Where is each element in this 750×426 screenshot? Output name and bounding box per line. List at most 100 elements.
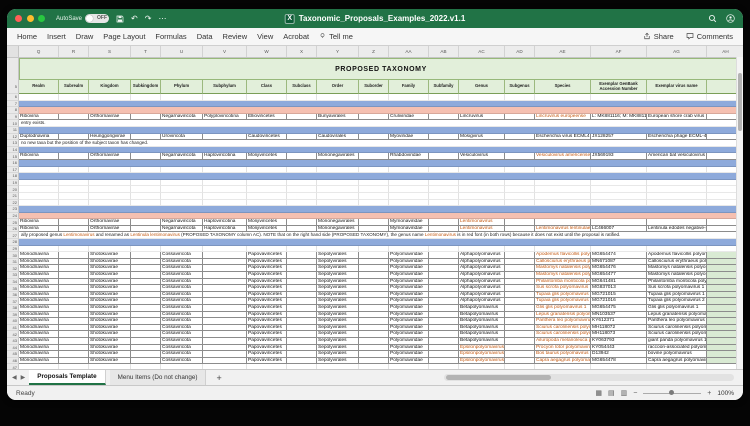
cell[interactable]: [203, 364, 247, 369]
cell[interactable]: [287, 153, 317, 160]
cell[interactable]: Mononegavirales: [317, 226, 359, 233]
cell[interactable]: Mosigvirus: [459, 134, 505, 141]
cell[interactable]: [287, 193, 317, 200]
menu-tab-draw[interactable]: Draw: [76, 32, 94, 41]
row-header[interactable]: 34: [7, 279, 19, 286]
taxonomy-column-header[interactable]: Genus: [459, 80, 505, 94]
cell[interactable]: Negarnaviricota: [161, 226, 203, 233]
cell[interactable]: Ailuropoda melanoleuca polyomavirus 1: [535, 338, 591, 345]
cell[interactable]: [203, 167, 247, 174]
cell[interactable]: [19, 246, 59, 253]
cell[interactable]: Sepolyvirales: [317, 318, 359, 325]
undo-icon[interactable]: ↶: [131, 15, 138, 23]
row-header[interactable]: [7, 58, 19, 80]
row-header[interactable]: 46: [7, 358, 19, 365]
cell[interactable]: [203, 318, 247, 325]
cell[interactable]: [505, 358, 535, 365]
cell[interactable]: Papovaviricetes: [247, 298, 287, 305]
cell[interactable]: Alphapolyomavirus: [459, 292, 505, 299]
cell[interactable]: L: MK881116; M: MK881117; S: MK881118: [591, 114, 647, 121]
cell[interactable]: [505, 318, 535, 325]
row-header[interactable]: 30: [7, 252, 19, 259]
cell[interactable]: [505, 259, 535, 266]
cell[interactable]: [59, 219, 89, 226]
cell[interactable]: [59, 305, 89, 312]
cell[interactable]: Monodnaviria: [19, 259, 59, 266]
cell[interactable]: [59, 325, 89, 332]
cell[interactable]: [359, 318, 389, 325]
cell[interactable]: European shore crab virus 1: [647, 114, 707, 121]
cell[interactable]: Papovaviricetes: [247, 265, 287, 272]
cell[interactable]: MG654478: [591, 358, 647, 365]
cell[interactable]: [459, 200, 505, 207]
cell[interactable]: [131, 292, 161, 299]
highlight-band-blue[interactable]: [19, 239, 743, 246]
cell[interactable]: [19, 94, 59, 101]
cell[interactable]: Papovaviricetes: [247, 331, 287, 338]
row-header[interactable]: 47: [7, 364, 19, 369]
cell[interactable]: [59, 200, 89, 207]
cell[interactable]: Monodnaviria: [19, 351, 59, 358]
cell[interactable]: [505, 338, 535, 345]
cell[interactable]: [89, 193, 131, 200]
cell[interactable]: Haploviricotina: [203, 226, 247, 233]
cell[interactable]: [505, 285, 535, 292]
cell[interactable]: [59, 272, 89, 279]
cell[interactable]: Papovaviricetes: [247, 305, 287, 312]
cell[interactable]: Riboviria: [19, 226, 59, 233]
cell[interactable]: Betapolyomavirus: [459, 338, 505, 345]
cell[interactable]: Shotokuvirae: [89, 358, 131, 365]
cell[interactable]: Betapolyomavirus: [459, 331, 505, 338]
row-header[interactable]: 41: [7, 325, 19, 332]
cell[interactable]: [591, 186, 647, 193]
cell[interactable]: [59, 338, 89, 345]
cell[interactable]: Polyomaviridae: [389, 292, 429, 299]
cell[interactable]: Polyomaviridae: [389, 312, 429, 319]
cell[interactable]: Monodnaviria: [19, 305, 59, 312]
cell[interactable]: [429, 252, 459, 259]
column-header-U[interactable]: U: [161, 46, 203, 57]
row-header[interactable]: 38: [7, 305, 19, 312]
cell[interactable]: [647, 200, 707, 207]
cell[interactable]: [131, 364, 161, 369]
cell[interactable]: Sciurus carolinensis polyomavirus 2: [647, 331, 707, 338]
row-header[interactable]: 17: [7, 167, 19, 174]
cell[interactable]: [59, 364, 89, 369]
column-header-AF[interactable]: AF: [591, 46, 647, 57]
cell[interactable]: Polyploviricotina: [203, 114, 247, 121]
cell[interactable]: [287, 200, 317, 207]
cell[interactable]: [429, 94, 459, 101]
cell[interactable]: Sepolyvirales: [317, 298, 359, 305]
cell[interactable]: Papovaviricetes: [247, 252, 287, 259]
cell[interactable]: [131, 246, 161, 253]
cell[interactable]: Monodnaviria: [19, 331, 59, 338]
redo-icon[interactable]: ↷: [145, 15, 152, 23]
cell[interactable]: [359, 219, 389, 226]
cell[interactable]: Panthera leo polyomavirus 1: [535, 318, 591, 325]
cell[interactable]: Monodnaviria: [19, 285, 59, 292]
row-header[interactable]: 31: [7, 259, 19, 266]
cell[interactable]: [131, 338, 161, 345]
cell[interactable]: [359, 272, 389, 279]
cell[interactable]: Polyomaviridae: [389, 331, 429, 338]
cell[interactable]: Sepolyvirales: [317, 312, 359, 319]
cell[interactable]: [505, 331, 535, 338]
cell[interactable]: [429, 265, 459, 272]
cell[interactable]: [317, 200, 359, 207]
cell[interactable]: JX128257: [591, 134, 647, 141]
cell[interactable]: [131, 153, 161, 160]
cell[interactable]: [203, 305, 247, 312]
cell[interactable]: [203, 200, 247, 207]
cell[interactable]: [287, 265, 317, 272]
cell[interactable]: [203, 272, 247, 279]
row-header[interactable]: 11: [7, 127, 19, 134]
cell[interactable]: [131, 193, 161, 200]
cell[interactable]: Caudovirales: [317, 134, 359, 141]
cell[interactable]: Polyomaviridae: [389, 325, 429, 332]
cell[interactable]: [19, 193, 59, 200]
cell[interactable]: [131, 318, 161, 325]
column-header-Z[interactable]: Z: [359, 46, 389, 57]
cell[interactable]: Sus scrofa polyomavirus 1: [647, 285, 707, 292]
account-icon[interactable]: [726, 14, 735, 23]
cell[interactable]: [359, 252, 389, 259]
